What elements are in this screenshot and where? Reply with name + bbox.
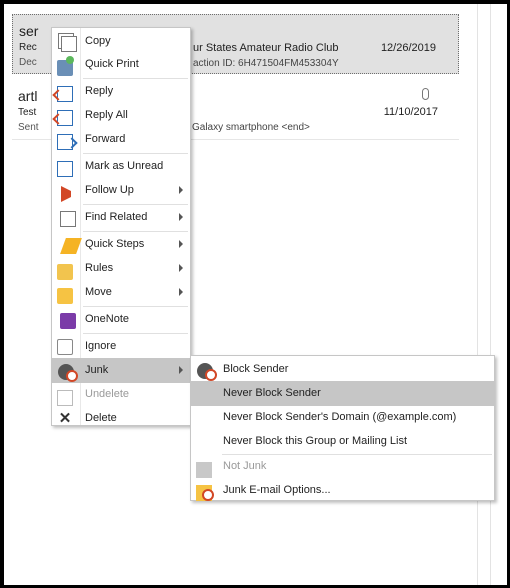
delete-icon: ✕	[58, 410, 72, 427]
rules-icon	[57, 264, 73, 280]
menu-item-label: OneNote	[85, 313, 130, 325]
junk-options-icon	[196, 485, 214, 501]
menu-item-rules[interactable]: Rules	[52, 256, 190, 281]
message-subject-continued: ur States Amateur Radio Club	[193, 42, 339, 54]
menu-item-reply[interactable]: Reply	[52, 79, 190, 104]
menu-item-label: Undelete	[85, 388, 130, 400]
message-preview: Dec	[19, 57, 37, 68]
message-preview-continued: Galaxy smartphone <end>	[192, 122, 310, 133]
junk-submenu: Block Sender Never Block Sender Never Bl…	[190, 355, 495, 501]
menu-item-label: Reply All	[85, 109, 128, 121]
ignore-icon	[57, 339, 73, 355]
menu-item-label: Never Block Sender's Domain (@example.co…	[223, 411, 457, 423]
menu-item-label: Reply	[85, 85, 114, 97]
menu-item-label: Find Related	[85, 211, 148, 223]
menu-item-ignore[interactable]: Ignore	[52, 334, 190, 359]
block-sender-icon	[197, 363, 217, 381]
menu-item-follow-up[interactable]: Follow Up	[52, 178, 190, 203]
reply-icon	[57, 86, 73, 102]
submenu-arrow-icon	[179, 213, 183, 221]
submenu-arrow-icon	[179, 366, 183, 374]
menu-item-label: Junk	[85, 364, 109, 376]
message-date: 11/10/2017	[383, 106, 438, 118]
menu-item-label: Follow Up	[85, 184, 134, 196]
menu-item-mark-unread[interactable]: Mark as Unread	[52, 154, 190, 179]
menu-item-label: Move	[85, 286, 112, 298]
menu-item-label: Not Junk	[223, 460, 267, 472]
menu-item-undelete: Undelete	[52, 382, 190, 407]
menu-item-label: Block Sender	[223, 363, 289, 375]
print-icon	[57, 56, 74, 76]
submenu-arrow-icon	[179, 240, 183, 248]
menu-item-quick-steps[interactable]: Quick Steps	[52, 232, 190, 257]
submenu-arrow-icon	[179, 186, 183, 194]
menu-item-move[interactable]: Move	[52, 280, 190, 305]
not-junk-icon	[196, 462, 212, 478]
menu-item-label: Quick Print	[85, 58, 139, 70]
menu-item-label: Never Block Sender	[223, 387, 321, 399]
menu-item-junk[interactable]: Junk	[52, 358, 190, 383]
submenu-item-never-block-sender[interactable]: Never Block Sender	[191, 381, 494, 406]
reply-all-icon	[57, 110, 73, 126]
submenu-item-not-junk: Not Junk	[191, 454, 494, 479]
attachment-icon	[422, 88, 429, 100]
undelete-icon	[57, 390, 73, 406]
menu-item-label: Forward	[85, 133, 126, 145]
lightning-icon	[60, 238, 82, 254]
submenu-item-never-block-group[interactable]: Never Block this Group or Mailing List	[191, 429, 494, 454]
menu-item-quick-print[interactable]: Quick Print	[52, 52, 190, 77]
menu-item-reply-all[interactable]: Reply All	[52, 103, 190, 128]
message-preview: Sent	[18, 122, 39, 133]
message-subject: Rec	[19, 42, 37, 53]
message-sender: artl	[18, 88, 38, 104]
menu-item-label: Junk E-mail Options...	[223, 484, 331, 496]
submenu-item-junk-options[interactable]: Junk E-mail Options...	[191, 478, 494, 503]
find-related-icon	[60, 211, 76, 227]
message-subject: Test	[18, 107, 37, 118]
message-date: 12/26/2019	[380, 42, 436, 54]
copy-icon	[61, 36, 77, 52]
menu-item-onenote[interactable]: OneNote	[52, 307, 190, 332]
junk-icon	[58, 364, 78, 382]
submenu-arrow-icon	[179, 264, 183, 272]
menu-item-copy[interactable]: Copy	[52, 29, 190, 54]
menu-item-label: Delete	[85, 412, 117, 424]
forward-icon	[57, 134, 73, 150]
menu-item-delete[interactable]: ✕ Delete	[52, 406, 190, 431]
onenote-icon	[60, 313, 76, 329]
menu-item-label: Rules	[85, 262, 114, 274]
submenu-arrow-icon	[179, 288, 183, 296]
folder-icon	[57, 288, 73, 304]
flag-icon	[61, 186, 77, 202]
message-sender: ser	[19, 23, 39, 39]
menu-item-label: Never Block this Group or Mailing List	[223, 435, 408, 447]
menu-item-label: Quick Steps	[85, 238, 145, 250]
menu-item-label: Ignore	[85, 340, 117, 352]
menu-item-label: Mark as Unread	[85, 160, 164, 172]
menu-item-label: Copy	[85, 35, 111, 47]
message-preview-continued: action ID: 6H471504FM453304Y	[193, 58, 339, 69]
menu-item-forward[interactable]: Forward	[52, 127, 190, 152]
context-menu: Copy Quick Print Reply Reply All Forward…	[51, 27, 191, 427]
submenu-item-block-sender[interactable]: Block Sender	[191, 357, 494, 382]
submenu-item-never-block-domain[interactable]: Never Block Sender's Domain (@example.co…	[191, 405, 494, 430]
menu-item-find-related[interactable]: Find Related	[52, 205, 190, 230]
mark-unread-icon	[57, 161, 73, 177]
